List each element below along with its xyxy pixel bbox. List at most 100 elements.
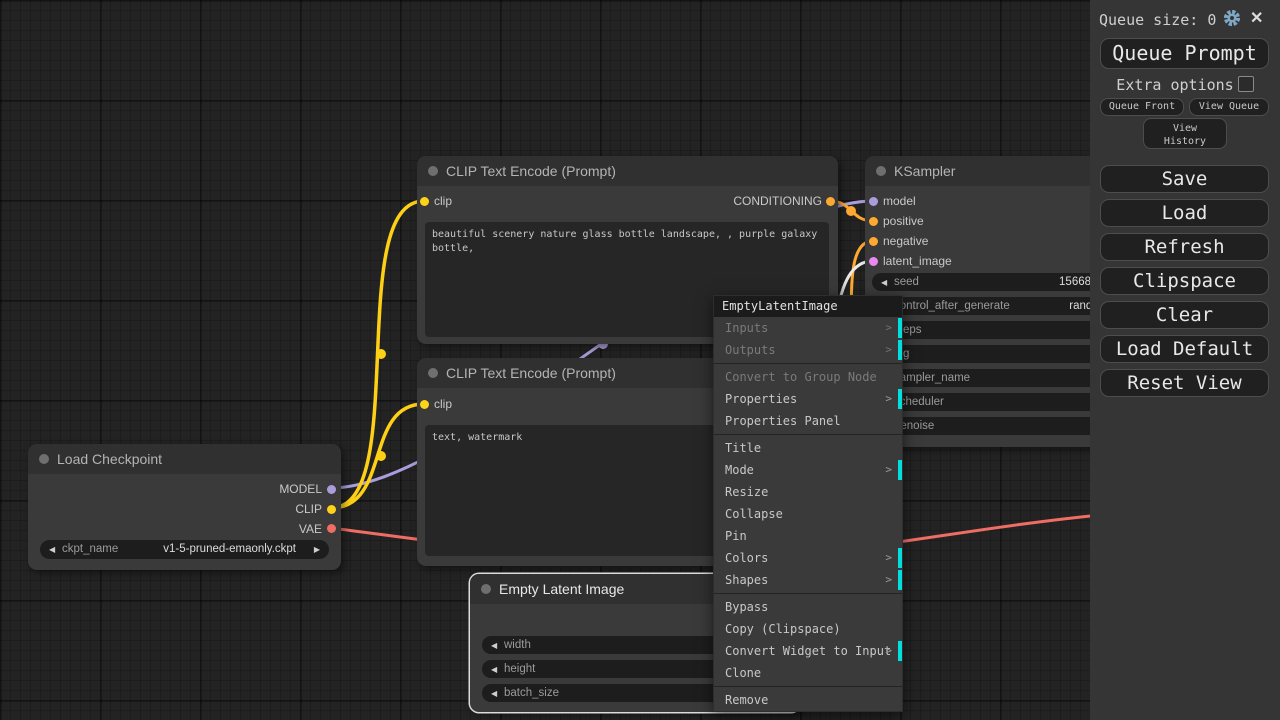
app-window: CLIP Text Encode (Prompt) clip CONDITION… xyxy=(0,0,1280,720)
menu-item-pin[interactable]: Pin xyxy=(714,525,902,547)
node-title: CLIP Text Encode (Prompt) xyxy=(446,365,616,381)
clear-button[interactable]: Clear xyxy=(1100,301,1269,329)
node-load-checkpoint[interactable]: Load Checkpoint MODEL CLIP VAE ◀ ckpt_na… xyxy=(28,444,341,570)
widget-value: v1-5-pruned-emaonly.ckpt xyxy=(163,543,296,555)
node-title: KSampler xyxy=(894,163,956,179)
submenu-marker xyxy=(898,641,902,661)
menu-item-shapes[interactable]: Shapes > xyxy=(714,569,902,591)
submenu-marker xyxy=(898,318,902,338)
output-label-model: MODEL xyxy=(279,482,322,496)
output-label-clip: CLIP xyxy=(295,502,322,516)
prev-value-arrow-icon[interactable]: ◀ xyxy=(491,684,497,703)
view-history-line2: History xyxy=(1163,136,1207,147)
extra-options-row: Extra options xyxy=(1090,76,1280,94)
view-history-line1: View xyxy=(1172,123,1198,134)
prev-value-arrow-icon[interactable]: ◀ xyxy=(881,273,887,292)
collapse-dot-icon[interactable] xyxy=(481,584,491,594)
input-socket-negative[interactable] xyxy=(868,236,878,246)
input-label: positive xyxy=(883,214,924,228)
output-socket-model[interactable] xyxy=(326,484,336,494)
collapse-dot-icon[interactable] xyxy=(876,166,886,176)
node-title: Empty Latent Image xyxy=(499,581,625,597)
widget-name: batch_size xyxy=(504,687,559,699)
submenu-arrow-icon: > xyxy=(885,644,892,657)
node-title: CLIP Text Encode (Prompt) xyxy=(446,163,616,179)
main-menu-panel: Queue size: 0 ✕ Queue Prompt Extra optio… xyxy=(1090,0,1280,720)
queue-size-label: Queue size: 0 xyxy=(1099,11,1217,29)
widget-name: control_after_generate xyxy=(894,300,1010,312)
close-icon[interactable]: ✕ xyxy=(1250,8,1263,28)
input-socket-model[interactable] xyxy=(868,196,878,206)
input-label: model xyxy=(883,194,916,208)
menu-item-bypass[interactable]: Bypass xyxy=(714,596,902,618)
output-socket-vae[interactable] xyxy=(326,523,336,533)
load-button[interactable]: Load xyxy=(1100,199,1269,227)
menu-item-copy-clipspace[interactable]: Copy (Clipspace) xyxy=(714,618,902,640)
prev-value-arrow-icon[interactable]: ◀ xyxy=(491,636,497,655)
menu-item-collapse[interactable]: Collapse xyxy=(714,503,902,525)
menu-item-mode[interactable]: Mode > xyxy=(714,459,902,481)
submenu-marker xyxy=(898,548,902,568)
submenu-arrow-icon: > xyxy=(885,551,892,564)
node-title-bar[interactable]: CLIP Text Encode (Prompt) xyxy=(417,156,838,186)
widget-name: width xyxy=(504,639,531,651)
output-socket-clip[interactable] xyxy=(326,504,336,514)
menu-item-title[interactable]: Title xyxy=(714,437,902,459)
menu-item-outputs: Outputs > xyxy=(714,339,902,361)
prev-value-arrow-icon[interactable]: ◀ xyxy=(491,660,497,679)
submenu-arrow-icon: > xyxy=(885,463,892,476)
submenu-arrow-icon: > xyxy=(885,343,892,356)
node-title-bar[interactable]: Load Checkpoint xyxy=(28,444,341,474)
input-label: clip xyxy=(434,194,453,208)
menu-item-inputs: Inputs > xyxy=(714,317,902,339)
context-menu-title: EmptyLatentImage xyxy=(714,296,902,317)
output-label-vae: VAE xyxy=(298,522,322,536)
input-socket-clip[interactable] xyxy=(419,196,429,206)
extra-options-checkbox[interactable] xyxy=(1237,76,1254,92)
collapse-dot-icon[interactable] xyxy=(39,454,49,464)
submenu-marker xyxy=(898,570,902,590)
collapse-dot-icon[interactable] xyxy=(428,166,438,176)
prev-value-arrow-icon[interactable]: ◀ xyxy=(49,540,55,559)
input-socket-latent-image[interactable] xyxy=(868,256,878,266)
node-title: Load Checkpoint xyxy=(57,451,163,467)
input-socket-clip[interactable] xyxy=(419,399,429,409)
widget-name: ckpt_name xyxy=(62,543,119,555)
view-history-button[interactable]: View History xyxy=(1143,118,1227,149)
menu-item-resize[interactable]: Resize xyxy=(714,481,902,503)
widget-ckpt-name[interactable]: ◀ ckpt_name v1-5-pruned-emaonly.ckpt ▶ xyxy=(40,540,329,559)
widget-name: height xyxy=(504,663,536,675)
input-socket-positive[interactable] xyxy=(868,216,878,226)
output-label: CONDITIONING xyxy=(733,194,822,208)
submenu-marker xyxy=(898,389,902,409)
queue-prompt-button[interactable]: Queue Prompt xyxy=(1100,38,1269,69)
input-label: negative xyxy=(883,234,929,248)
collapse-dot-icon[interactable] xyxy=(428,368,438,378)
next-value-arrow-icon[interactable]: ▶ xyxy=(314,540,320,559)
menu-item-convert-to-group-node: Convert to Group Node xyxy=(725,370,877,384)
submenu-arrow-icon: > xyxy=(885,392,892,405)
menu-item-properties[interactable]: Properties > xyxy=(714,388,902,410)
clipspace-button[interactable]: Clipspace xyxy=(1100,267,1269,295)
load-default-button[interactable]: Load Default xyxy=(1100,335,1269,363)
submenu-arrow-icon: > xyxy=(885,573,892,586)
extra-options-label: Extra options xyxy=(1116,76,1234,94)
queue-front-button[interactable]: Queue Front xyxy=(1100,98,1184,116)
save-button[interactable]: Save xyxy=(1100,165,1269,193)
menu-item-clone[interactable]: Clone xyxy=(714,662,902,684)
menu-item-colors[interactable]: Colors > xyxy=(714,547,902,569)
input-label: clip xyxy=(434,397,453,411)
menu-item-convert-widget-to-input[interactable]: Convert Widget to Input > xyxy=(714,640,902,662)
submenu-marker xyxy=(898,460,902,480)
submenu-arrow-icon: > xyxy=(885,321,892,334)
submenu-marker xyxy=(898,340,902,360)
view-queue-button[interactable]: View Queue xyxy=(1189,98,1269,116)
settings-gear-icon[interactable] xyxy=(1223,9,1241,27)
reset-view-button[interactable]: Reset View xyxy=(1100,369,1269,397)
input-label: latent_image xyxy=(883,254,952,268)
menu-item-properties-panel[interactable]: Properties Panel xyxy=(714,410,902,432)
node-context-menu: EmptyLatentImage Inputs > Outputs > Conver… xyxy=(713,295,903,712)
refresh-button[interactable]: Refresh xyxy=(1100,233,1269,261)
output-socket-conditioning[interactable] xyxy=(825,196,835,206)
menu-item-remove[interactable]: Remove xyxy=(714,689,902,711)
